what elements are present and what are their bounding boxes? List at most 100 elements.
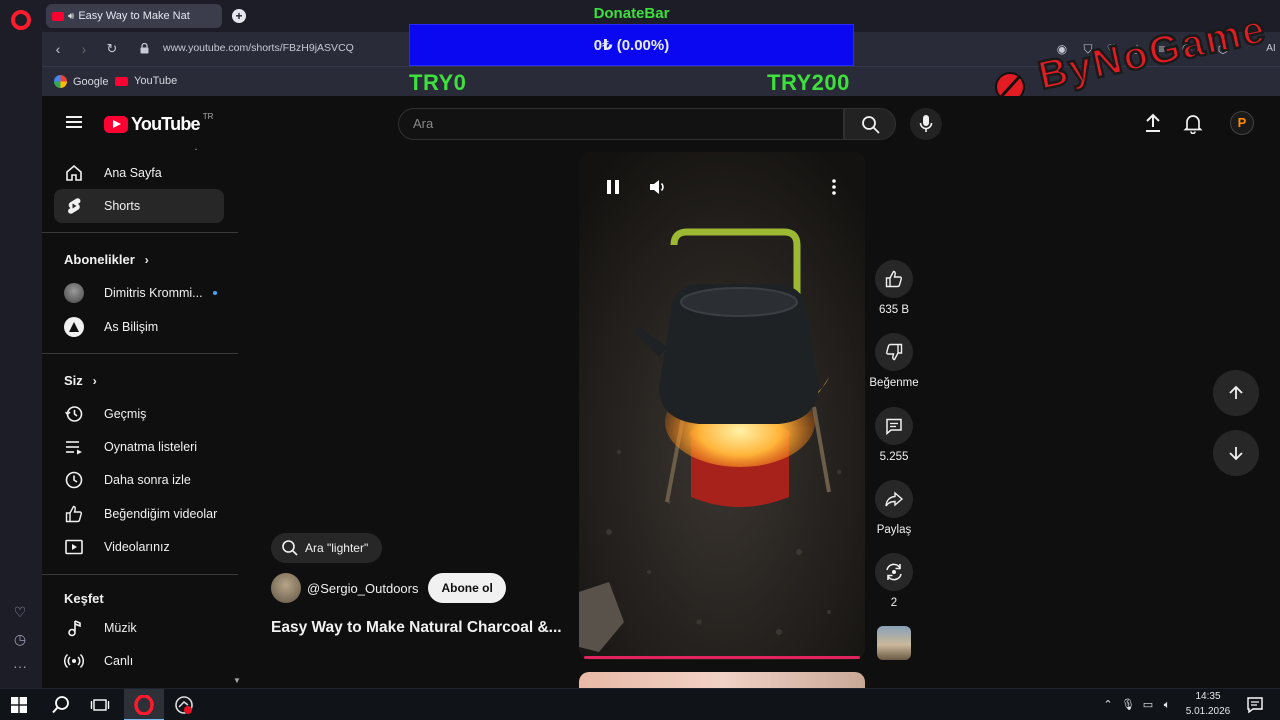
dislike-action[interactable]: Beğenme [864,333,924,389]
search-suggestion-chip[interactable]: Ara "lighter" [271,533,383,563]
pause-button[interactable] [603,177,623,197]
back-icon[interactable]: ‹ [50,41,66,57]
guide-item-label: Beğendiğim videolar [104,507,218,521]
guide-item-liked-videos[interactable]: Beğendiğim videolar [54,497,224,531]
subscription-as-bilisim[interactable]: As Bilişim [54,310,224,344]
guide-item-label: Daha sonra izle [104,473,191,487]
bookmark-youtube[interactable]: YouTube [115,75,177,87]
donate-title: DonateBar [593,5,670,22]
guide-item-history[interactable]: Geçmiş [54,397,224,431]
guide-item-music[interactable]: Müzik [54,611,224,645]
logo-text: YouTube [131,114,201,134]
thumbs-up-icon [65,505,82,523]
more-icon[interactable]: ··· [12,658,28,674]
subscription-dimitris[interactable]: Dimitris Krommi... [54,276,224,310]
comments-button[interactable] [875,407,913,445]
guide-item-label: Ana Sayfa [104,166,162,180]
account-avatar[interactable]: P [1230,111,1254,135]
taskbar-app-icon[interactable] [174,695,194,715]
pause-icon [607,180,619,194]
search-button[interactable] [844,108,896,140]
guide-item-label: Videolarınız [104,540,170,554]
watch-later-icon [65,471,83,489]
search-chip-label: Ara "lighter" [305,541,369,555]
channel-avatar [64,283,84,303]
speaker-icon[interactable]: 🔊︎ [68,11,74,22]
guide-item-playlists[interactable]: Oynatma listeleri [54,430,224,464]
guide-menu-icon[interactable] [66,116,82,128]
short-video-player[interactable] [579,152,865,660]
youtube-favicon-icon [52,11,64,21]
task-view-icon[interactable] [90,695,110,715]
url-field[interactable]: www.youtube.com/shorts/FBzH9jASVCQ [163,42,354,54]
search-input[interactable] [413,116,843,131]
guide-item-label: Shorts [104,199,141,213]
lock-icon[interactable] [140,43,149,54]
share-button[interactable] [875,480,913,518]
guide-item-shorts[interactable]: Shorts [54,189,224,223]
tray-microphone-icon[interactable]: 🎙︎ [1121,698,1135,712]
short-title[interactable]: Easy Way to Make Natural Charcoal &... [271,619,562,637]
history-icon [64,406,83,422]
guide-item-label: Geçmiş [104,407,147,421]
chevron-right-icon: › [144,252,149,267]
new-content-dot [212,291,217,295]
country-code: TR [202,112,214,121]
remix-button[interactable] [875,553,913,591]
arrow-down-icon [1229,447,1243,461]
volume-button[interactable] [648,177,668,197]
upload-icon[interactable] [1142,112,1164,134]
shorts-icon [68,198,81,214]
opera-logo-icon[interactable] [11,10,31,30]
guide-item-label: Oynatma listeleri [104,440,198,454]
search-box [398,108,844,140]
next-short-button[interactable] [1213,430,1259,476]
youtube-icon [115,76,128,86]
voice-search-button[interactable] [910,108,942,140]
subscribe-button[interactable]: Abone ol [428,573,506,603]
clock-date[interactable]: 5.01.2026 [1178,706,1238,717]
reload-icon[interactable]: ↻ [104,41,120,57]
short-progress-bar[interactable] [584,656,860,659]
tray-chevron-up-icon[interactable]: ⌃ [1101,698,1115,712]
heading-label: Siz [64,373,83,388]
share-action[interactable]: Paylaş [874,480,914,536]
clock-icon[interactable]: ◷ [12,631,28,647]
forward-icon[interactable]: › [76,41,92,57]
heart-icon[interactable]: ♡ [12,604,28,620]
channel-name[interactable]: @Sergio_Outdoors [307,581,418,596]
remix-icon [886,563,902,581]
previous-short-button[interactable] [1213,370,1259,416]
guide-scroll-down-icon[interactable]: ▼ [233,676,241,685]
video-frame [579,152,865,660]
tab-youtube-short[interactable]: 🔊︎ Easy Way to Make Nat [46,4,222,28]
next-short-preview[interactable] [579,672,865,688]
channel-avatar[interactable] [271,573,301,603]
bookmark-google[interactable]: Google [54,75,108,88]
tray-network-icon[interactable]: ▭ [1141,698,1155,712]
like-button[interactable] [875,260,913,298]
guide-item-live[interactable]: Canlı [54,644,224,678]
remix-action[interactable]: 2 [874,553,914,609]
youtube-play-icon [104,116,128,133]
taskbar-search-icon[interactable] [51,695,71,715]
guide-item-home[interactable]: Ana Sayfa [54,156,224,190]
dislike-button[interactable] [875,333,913,371]
taskbar-opera-button[interactable] [124,689,164,720]
clock-time[interactable]: 14:35 [1178,691,1238,702]
youtube-logo[interactable]: YouTube TR [104,112,214,135]
like-action[interactable]: 635 B [874,260,914,316]
guide-item-watch-later[interactable]: Daha sonra izle [54,463,224,497]
you-heading[interactable]: Siz › [64,373,97,388]
guide-item-your-videos[interactable]: Videolarınız [54,530,224,564]
more-options-button[interactable] [824,177,844,197]
tray-volume-icon[interactable]: 🔈︎ [1160,698,1174,712]
new-tab-button[interactable]: + [232,9,246,23]
sound-thumbnail[interactable] [877,626,911,660]
notifications-icon[interactable] [1245,695,1265,715]
windows-start-icon[interactable] [11,697,27,713]
subscriptions-heading[interactable]: Abonelikler › [64,252,149,267]
comments-action[interactable]: 5.255 [874,407,914,463]
notifications-bell-icon[interactable] [1182,112,1204,134]
remix-count: 2 [890,597,898,609]
